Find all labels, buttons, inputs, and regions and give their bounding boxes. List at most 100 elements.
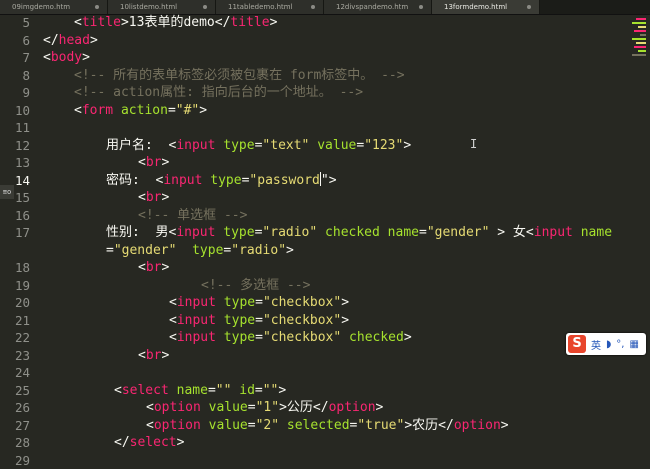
code-line: 28 </select> [0,434,650,451]
code-text: <input type="checkbox"> [169,295,350,310]
code-line-wrapped: ="gender" type="radio"> [0,242,650,259]
code-line: 29 [0,452,650,469]
line-number: 26 [14,400,30,415]
code-text: <select name="" id=""> [114,382,287,398]
minimap-line [634,30,646,32]
tab-13formdemo[interactable]: 13formdemo.html [432,0,540,14]
tab-label: 13formdemo.html [444,3,508,11]
tab-10listdemo[interactable]: 10listdemo.html [108,0,216,14]
punctuation-icon[interactable]: °, [616,339,624,350]
code-editor[interactable]: 5 <title>13表单的demo</title> 6 </head> 7 <… [0,14,650,468]
code-line: 7 <body> [0,49,650,66]
line-number: 17 [14,225,30,240]
code-text: <body> [43,50,90,65]
line-number: 20 [14,295,30,310]
tab-bar: 09imgdemo.htm 10listdemo.html 11tabledem… [0,0,650,15]
moon-icon[interactable]: ◗ [606,339,611,350]
tab-09imgdemo[interactable]: 09imgdemo.htm [0,0,108,14]
code-line: 21 <input type="checkbox"> [0,312,650,329]
code-line: 23 <br> [0,347,650,364]
code-text: <form action="#"> [74,102,208,118]
minimap-line [632,38,646,40]
code-line-current: 14 密码: <input type="password"> [0,171,650,189]
code-text: </head> [43,32,98,48]
code-text: ="gender" type="radio"> [106,242,294,258]
line-number: 16 [14,207,30,223]
code-line: 13 <br> [0,154,650,171]
tab-modified-dot-icon[interactable] [95,5,99,9]
line-number: 22 [14,330,30,345]
code-line: 18 <br> [0,259,650,276]
line-number: 18 [14,260,30,275]
code-line: 9 <!-- action属性: 指向后台的一个地址。 --> [0,84,650,101]
code-line: 8 <!-- 所有的表单标签必须被包裹在 form标签中。 --> [0,67,650,84]
code-comment: <!-- 所有的表单标签必须被包裹在 form标签中。 --> [74,67,405,83]
minimap[interactable] [628,14,650,74]
minimap-line [634,46,646,48]
code-line: 6 </head> [0,32,650,49]
code-line: 5 <title>13表单的demo</title> [0,14,650,31]
line-number: 10 [14,102,30,118]
line-number: 27 [14,417,30,433]
line-number: 5 [22,15,30,30]
code-text: 用户名: <input type="text" value="123"> [106,137,412,153]
code-comment: <!-- action属性: 指向后台的一个地址。 --> [74,85,364,100]
code-text: <br> [138,260,170,275]
code-line: 27 <option value="2" selected="true">农历<… [0,417,650,434]
line-number: 28 [14,435,30,450]
ime-language-toggle[interactable]: 英 [591,337,601,352]
code-text: 性别: 男<input type="radio" checked name="g… [106,225,613,240]
code-line: 17 性别: 男<input type="radio" checked name… [0,224,650,241]
code-text: <title>13表单的demo</title> [74,15,278,30]
code-text: <option value="1">公历</option> [146,400,384,415]
fold-marker-icon[interactable]: ≡o [0,185,14,199]
line-number: 13 [14,155,30,170]
minimap-line [636,18,646,20]
code-text: <br> [138,190,170,205]
minimap-line [638,26,646,28]
code-line: 12 用户名: <input type="text" value="123"> [0,137,650,154]
minimap-line [632,22,646,24]
tab-modified-dot-icon[interactable] [311,5,315,9]
minimap-line [636,42,646,44]
code-comment: <!-- 单选框 --> [138,207,248,223]
code-text: <input type="checkbox"> [169,312,350,328]
code-line: 24 [0,364,650,381]
tab-label: 11tabledemo.html [228,3,293,11]
code-line: 10 <form action="#"> [0,102,650,119]
code-line: 25 <select name="" id=""> [0,382,650,399]
code-line: 20 <input type="checkbox"> [0,294,650,311]
line-number: 25 [14,382,30,398]
line-number: 12 [14,137,30,153]
code-line: 16 <!-- 单选框 --> [0,207,650,224]
line-number: 7 [22,50,30,65]
line-number: 23 [14,347,30,363]
ime-toolbar[interactable]: S 英 ◗ °, ▦ [566,333,646,355]
sogou-logo-icon[interactable]: S [568,335,586,353]
code-line: 15 <br> [0,189,650,206]
tab-modified-dot-icon[interactable] [527,5,531,9]
minimap-line [632,54,646,56]
tab-modified-dot-icon[interactable] [419,5,423,9]
minimap-line [640,34,646,36]
line-number: 9 [22,85,30,100]
ibeam-cursor-icon: Ι [470,137,478,151]
code-line: 11 [0,119,650,136]
code-text: </select> [114,435,185,450]
tab-12divspandemo[interactable]: 12divspandemo.htm [324,0,432,14]
code-text: <input type="checkbox" checked> [169,330,412,345]
tab-modified-dot-icon[interactable] [203,5,207,9]
line-number: 29 [14,452,30,468]
tab-11tabledemo[interactable]: 11tabledemo.html [216,0,324,14]
keyboard-icon[interactable]: ▦ [629,339,638,350]
code-line: 26 <option value="1">公历</option> [0,399,650,416]
code-text: <option value="2" selected="true">农历</op… [146,417,509,433]
line-number: 8 [22,67,30,83]
code-text: 密码: <input type="password"> [106,171,337,188]
tab-label: 09imgdemo.htm [12,3,71,11]
line-number: 6 [22,32,30,48]
line-number: 11 [14,120,30,135]
tab-label: 10listdemo.html [120,3,178,11]
minimap-line [638,50,646,52]
tab-label: 12divspandemo.htm [336,3,409,11]
